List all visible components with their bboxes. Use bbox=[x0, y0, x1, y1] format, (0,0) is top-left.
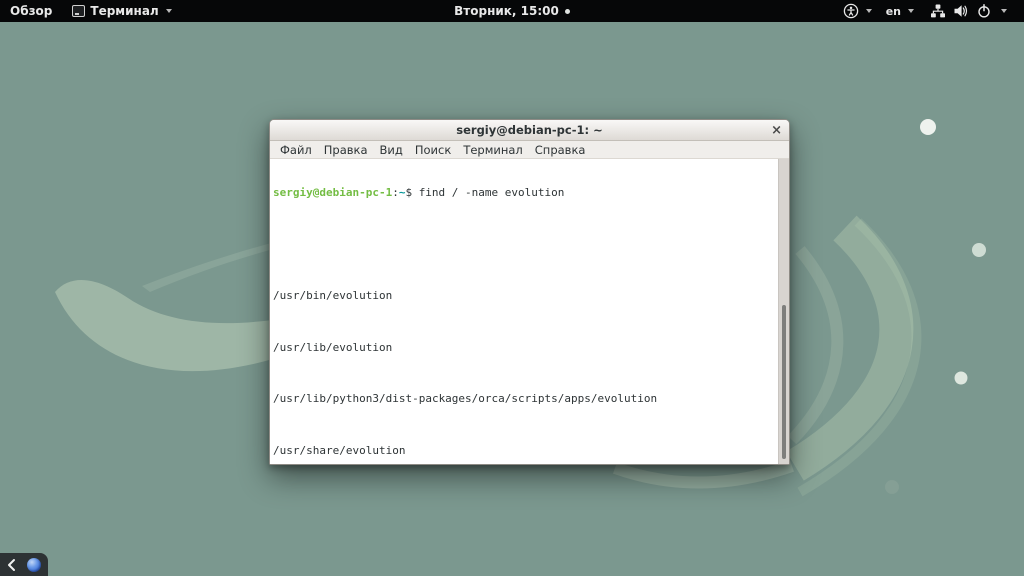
menu-item[interactable]: Вид bbox=[374, 141, 409, 158]
keyboard-layout-menu[interactable]: en bbox=[879, 0, 921, 22]
gnome-top-bar: Обзор Терминал Вторник, 15:00 en bbox=[0, 0, 1024, 22]
prompt-user: sergiy@debian-pc-1 bbox=[273, 186, 392, 199]
terminal-output-line: /usr/bin/evolution bbox=[273, 290, 775, 303]
chevron-down-icon bbox=[908, 9, 914, 13]
menu-bar: Файл Правка Вид Поиск Терминал Справка bbox=[270, 141, 789, 159]
menu-item[interactable]: Файл bbox=[274, 141, 318, 158]
scrollbar-thumb[interactable] bbox=[782, 305, 786, 459]
activities-button[interactable]: Обзор bbox=[0, 0, 62, 22]
tray-app-icon[interactable] bbox=[27, 558, 41, 572]
accessibility-menu[interactable] bbox=[836, 0, 879, 22]
terminal-output-line: /usr/lib/python3/dist-packages/orca/scri… bbox=[273, 393, 775, 406]
menu-item[interactable]: Поиск bbox=[409, 141, 457, 158]
chevron-down-icon bbox=[1001, 9, 1007, 13]
power-icon bbox=[976, 3, 992, 19]
volume-icon bbox=[953, 3, 969, 19]
terminal-window: sergiy@debian-pc-1: ~ × Файл Правка Вид … bbox=[269, 119, 790, 465]
chevron-down-icon bbox=[166, 9, 172, 13]
clock-label: Вторник, 15:00 bbox=[454, 4, 559, 18]
window-titlebar[interactable]: sergiy@debian-pc-1: ~ × bbox=[270, 120, 789, 141]
clock-button[interactable]: Вторник, 15:00 bbox=[454, 0, 570, 22]
terminal-output: /usr/bin/evolution /usr/lib/evolution /u… bbox=[273, 238, 775, 464]
notification-tray[interactable] bbox=[0, 553, 48, 576]
system-status-menu[interactable] bbox=[921, 0, 1016, 22]
network-wired-icon bbox=[930, 3, 946, 19]
menu-item[interactable]: Справка bbox=[529, 141, 592, 158]
close-button[interactable]: × bbox=[771, 120, 782, 140]
app-menu-label: Терминал bbox=[90, 4, 158, 18]
terminal-output-line: /usr/lib/evolution bbox=[273, 342, 775, 355]
keyboard-layout-label: en bbox=[886, 5, 901, 18]
command-text: find / -name evolution bbox=[419, 186, 565, 199]
app-menu-terminal[interactable]: Терминал bbox=[62, 0, 181, 22]
prompt-separator: : bbox=[392, 186, 399, 199]
menu-item[interactable]: Терминал bbox=[457, 141, 528, 158]
terminal-output-line: /usr/share/evolution bbox=[273, 445, 775, 458]
terminal-app-icon bbox=[72, 5, 85, 17]
terminal-scrollbar[interactable] bbox=[778, 159, 789, 464]
chevron-left-icon bbox=[6, 558, 17, 572]
activities-label: Обзор bbox=[10, 4, 52, 18]
terminal-screen[interactable]: sergiy@debian-pc-1:~$find / -name evolut… bbox=[270, 159, 789, 464]
accessibility-icon bbox=[843, 3, 859, 19]
notification-dot-icon bbox=[565, 9, 570, 14]
terminal-prompt-line: sergiy@debian-pc-1:~$find / -name evolut… bbox=[273, 187, 775, 200]
chevron-down-icon bbox=[866, 9, 872, 13]
window-title: sergiy@debian-pc-1: ~ bbox=[456, 123, 602, 137]
menu-item[interactable]: Правка bbox=[318, 141, 374, 158]
prompt-symbol: $ bbox=[405, 186, 412, 199]
